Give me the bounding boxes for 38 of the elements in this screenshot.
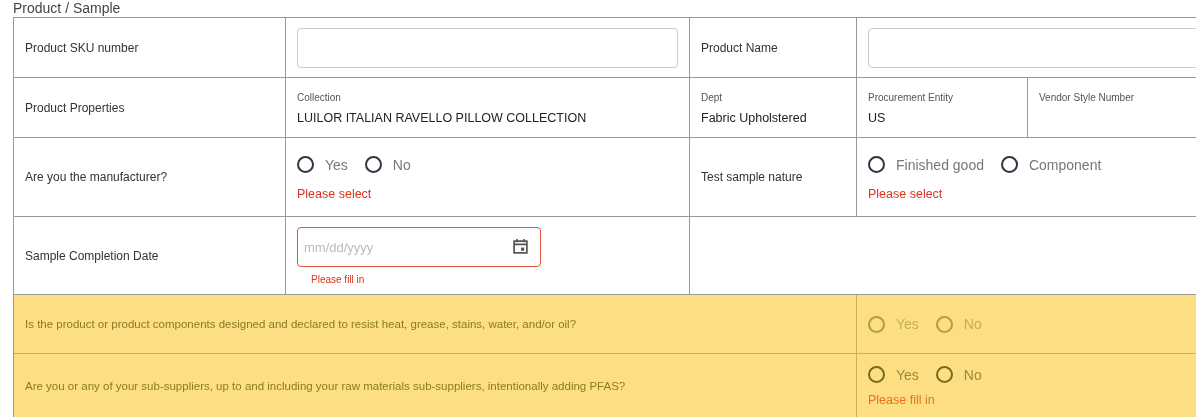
sku-input[interactable]	[297, 27, 678, 68]
property-value: Fabric Upholstered	[701, 111, 808, 125]
error-message: Please fill in	[310, 274, 366, 285]
property-label: Collection	[297, 92, 342, 103]
calendar-icon[interactable]	[512, 238, 529, 255]
date-field[interactable]: mm/dd/yyyy	[297, 227, 541, 267]
product-name-input[interactable]	[868, 27, 1196, 68]
option-label: Yes	[896, 366, 919, 383]
option-label: Yes	[325, 156, 348, 173]
option-label: No	[963, 366, 982, 383]
field-label: Product Name	[701, 40, 779, 55]
error-message: Please fill in	[868, 393, 936, 407]
error-message: Please select	[297, 187, 373, 201]
property-value: US	[868, 111, 887, 125]
option-label: Yes	[896, 316, 919, 332]
section-title: Product / Sample	[12, 0, 122, 17]
option-label: No	[392, 156, 411, 173]
radio-button[interactable]	[1000, 156, 1018, 173]
property-value: LUILOR ITALIAN RAVELLO PILLOW COLLECTION	[297, 111, 588, 125]
option-label: Component	[1028, 156, 1102, 173]
field-label: Product Properties	[25, 100, 126, 115]
field-label: Product SKU number	[25, 40, 140, 55]
error-message: Please select	[868, 187, 944, 201]
option-label: No	[963, 316, 982, 332]
property-label: Dept	[701, 92, 724, 103]
property-label: Vendor Style Number	[1039, 92, 1136, 103]
radio-button[interactable]	[364, 156, 382, 173]
field-label: Test sample nature	[701, 170, 804, 184]
radio-button[interactable]	[935, 366, 953, 383]
property-label: Procurement Entity	[868, 92, 955, 103]
option-label: Finished good	[896, 156, 984, 173]
question-text: Is the product or product components designed and declared to resist heat, grease, stains, water, and/or oil?	[25, 318, 578, 330]
question-text: Are you or any of your sub-suppliers, up to and including your raw materials sub-suppliers, intentionally adding PFAS?	[25, 379, 627, 392]
radio-button[interactable]	[868, 366, 885, 383]
radio-button[interactable]	[868, 156, 885, 173]
field-label: Are you the manufacturer?	[25, 170, 169, 184]
field-label: Sample Completion Date	[25, 248, 160, 263]
radio-button[interactable]	[297, 156, 314, 173]
